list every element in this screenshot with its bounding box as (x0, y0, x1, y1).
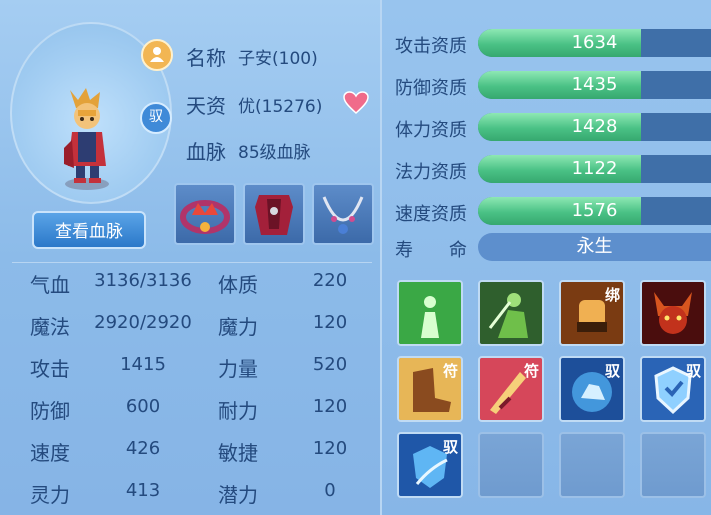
aptitude-bar-speed: 1576 (478, 197, 711, 225)
stat-value-strength: 520 (312, 354, 348, 375)
stat-label-spirit: 灵力 (30, 483, 70, 507)
aptitude-value-defense: 1435 (571, 74, 618, 95)
name-label: 名称 (186, 46, 226, 70)
stat-value-agility: 120 (312, 438, 348, 459)
stat-label-attack: 攻击 (30, 357, 70, 381)
stat-label-mp: 魔法 (30, 315, 70, 339)
stat-value-speed: 426 (125, 438, 161, 459)
stat-value-endurance: 120 (312, 396, 348, 417)
aptitude-value-magic: 1122 (571, 158, 618, 179)
stat-label-endurance: 耐力 (218, 399, 258, 423)
skill-tag-talisman-2: 符 (523, 362, 539, 380)
equipment-slot-crown[interactable] (174, 183, 236, 245)
skill-tag-yu-2: 驭 (685, 362, 701, 380)
skill-slot-4[interactable] (640, 280, 706, 346)
skill-slot-8[interactable]: 驭 (640, 356, 706, 422)
aptitude-bar-stamina: 1428 (478, 113, 711, 141)
stat-value-hp: 3136/3136 (94, 270, 192, 291)
bloodline-value: 85级血脉 (238, 143, 311, 163)
divider (12, 262, 372, 263)
demon-head-icon (642, 282, 704, 344)
armor-icon (255, 195, 293, 235)
stat-value-spirit: 413 (125, 480, 161, 501)
stat-label-defense: 防御 (30, 399, 70, 423)
necklace-icon (322, 196, 364, 234)
talent-value: 优(15276) (238, 97, 323, 117)
green-aura-icon (399, 282, 461, 344)
aptitude-label-attack: 攻击资质 (395, 36, 467, 57)
crown-ring-icon (180, 200, 230, 234)
aptitude-value-speed: 1576 (571, 200, 618, 221)
aptitude-label-magic: 法力资质 (395, 162, 467, 183)
stat-value-potential: 0 (324, 480, 336, 501)
stat-value-constitution: 220 (312, 270, 348, 291)
skill-slot-11-empty[interactable] (559, 432, 625, 498)
view-bloodline-button[interactable]: 查看血脉 (32, 211, 146, 249)
aptitude-label-speed: 速度资质 (395, 204, 467, 225)
stat-label-magic: 魔力 (218, 315, 258, 339)
stat-value-mp: 2920/2920 (94, 312, 192, 333)
stat-label-hp: 气血 (30, 273, 70, 297)
equipment-slot-necklace[interactable] (312, 183, 374, 245)
skill-slot-3[interactable]: 绑 (559, 280, 625, 346)
talent-label: 天资 (186, 94, 226, 118)
aptitude-bar-attack: 1634 (478, 29, 711, 57)
skill-slot-9[interactable]: 驭 (397, 432, 463, 498)
skill-slot-7[interactable]: 驭 (559, 356, 625, 422)
yu-badge-icon: 驭 (140, 102, 172, 134)
stat-label-strength: 力量 (218, 357, 258, 381)
stat-value-defense: 600 (125, 396, 161, 417)
stat-label-speed: 速度 (30, 441, 70, 465)
stat-value-attack: 1415 (120, 354, 166, 375)
monk-badge-icon[interactable] (141, 39, 173, 71)
skill-tag-yu-3: 驭 (442, 438, 458, 456)
pet-character-portrait (64, 88, 109, 190)
aptitude-label-stamina: 体力资质 (395, 120, 467, 141)
aptitude-value-attack: 1634 (571, 32, 618, 53)
bloodline-label: 血脉 (186, 140, 226, 164)
skill-slot-2[interactable] (478, 280, 544, 346)
name-value: 子安(100) (238, 49, 318, 69)
skill-slot-5[interactable]: 符 (397, 356, 463, 422)
skill-slot-10-empty[interactable] (478, 432, 544, 498)
aptitude-bar-defense: 1435 (478, 71, 711, 99)
skill-slot-12-empty[interactable] (640, 432, 706, 498)
skill-tag-bind: 绑 (604, 286, 620, 304)
green-warrior-icon (480, 282, 542, 344)
lifespan-value: 永生 (478, 233, 711, 261)
aptitude-value-stamina: 1428 (571, 116, 618, 137)
heart-icon[interactable] (343, 91, 369, 115)
skill-tag-talisman: 符 (442, 362, 458, 380)
equipment-slot-armor[interactable] (243, 183, 305, 245)
skill-tag-yu: 驭 (604, 362, 620, 380)
skill-slot-6[interactable]: 符 (478, 356, 544, 422)
aptitude-bar-magic: 1122 (478, 155, 711, 183)
stat-label-potential: 潜力 (218, 483, 258, 507)
stat-label-agility: 敏捷 (218, 441, 258, 465)
aptitude-label-defense: 防御资质 (395, 78, 467, 99)
stat-value-magic: 120 (312, 312, 348, 333)
stat-label-constitution: 体质 (218, 273, 258, 297)
lifespan-label: 寿 命 (395, 240, 467, 261)
skill-slot-1[interactable] (397, 280, 463, 346)
